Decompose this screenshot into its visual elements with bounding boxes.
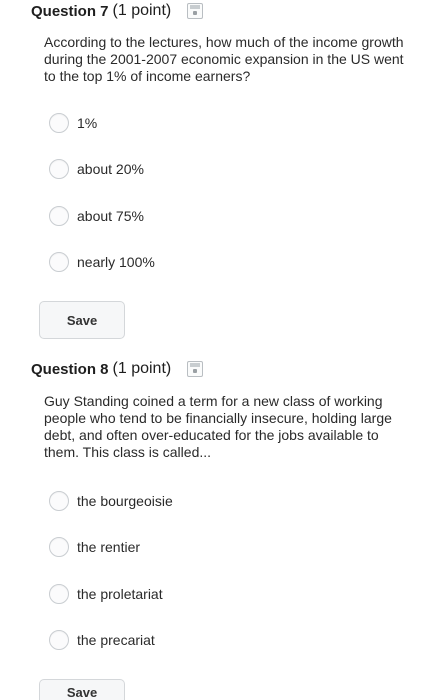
- option-label: nearly 100%: [77, 254, 155, 270]
- question-7-save-button[interactable]: Save: [39, 301, 125, 339]
- question-8-option-3[interactable]: the proletariat: [49, 584, 163, 604]
- question-7-title: Question 7: [31, 2, 109, 20]
- question-7-points: (1 point): [112, 2, 172, 19]
- question-8-option-4[interactable]: the precariat: [49, 630, 155, 650]
- radio-button[interactable]: [49, 537, 69, 557]
- question-7-option-2[interactable]: about 20%: [49, 159, 144, 179]
- question-7-option-4[interactable]: nearly 100%: [49, 252, 155, 272]
- question-8-title: Question 8: [31, 360, 109, 378]
- radio-button[interactable]: [49, 159, 69, 179]
- option-label: the bourgeoisie: [77, 493, 173, 509]
- question-7-text: According to the lectures, how much of t…: [44, 34, 404, 84]
- option-label: 1%: [77, 115, 98, 131]
- option-label: about 75%: [77, 208, 144, 224]
- question-8-option-2[interactable]: the rentier: [49, 537, 140, 557]
- option-label: the precariat: [77, 632, 155, 648]
- radio-button[interactable]: [49, 252, 69, 272]
- question-8-option-1[interactable]: the bourgeoisie: [49, 491, 173, 511]
- question-7-option-3[interactable]: about 75%: [49, 206, 144, 226]
- question-8-save-button[interactable]: Save: [39, 679, 125, 700]
- radio-button[interactable]: [49, 584, 69, 604]
- save-status-icon: [187, 3, 204, 19]
- question-7-option-1[interactable]: 1%: [49, 113, 97, 133]
- question-8-text: Guy Standing coined a term for a new cla…: [44, 393, 392, 460]
- save-status-icon: [187, 361, 204, 377]
- radio-button[interactable]: [49, 491, 69, 511]
- question-8-header: Question 8 (1 point): [31, 360, 204, 378]
- option-label: about 20%: [77, 161, 144, 177]
- option-label: the proletariat: [77, 586, 163, 602]
- question-8-points: (1 point): [112, 360, 172, 377]
- radio-button[interactable]: [49, 630, 69, 650]
- option-label: the rentier: [77, 539, 141, 555]
- radio-button[interactable]: [49, 206, 69, 226]
- radio-button[interactable]: [49, 113, 69, 133]
- question-7-header: Question 7 (1 point): [31, 2, 204, 20]
